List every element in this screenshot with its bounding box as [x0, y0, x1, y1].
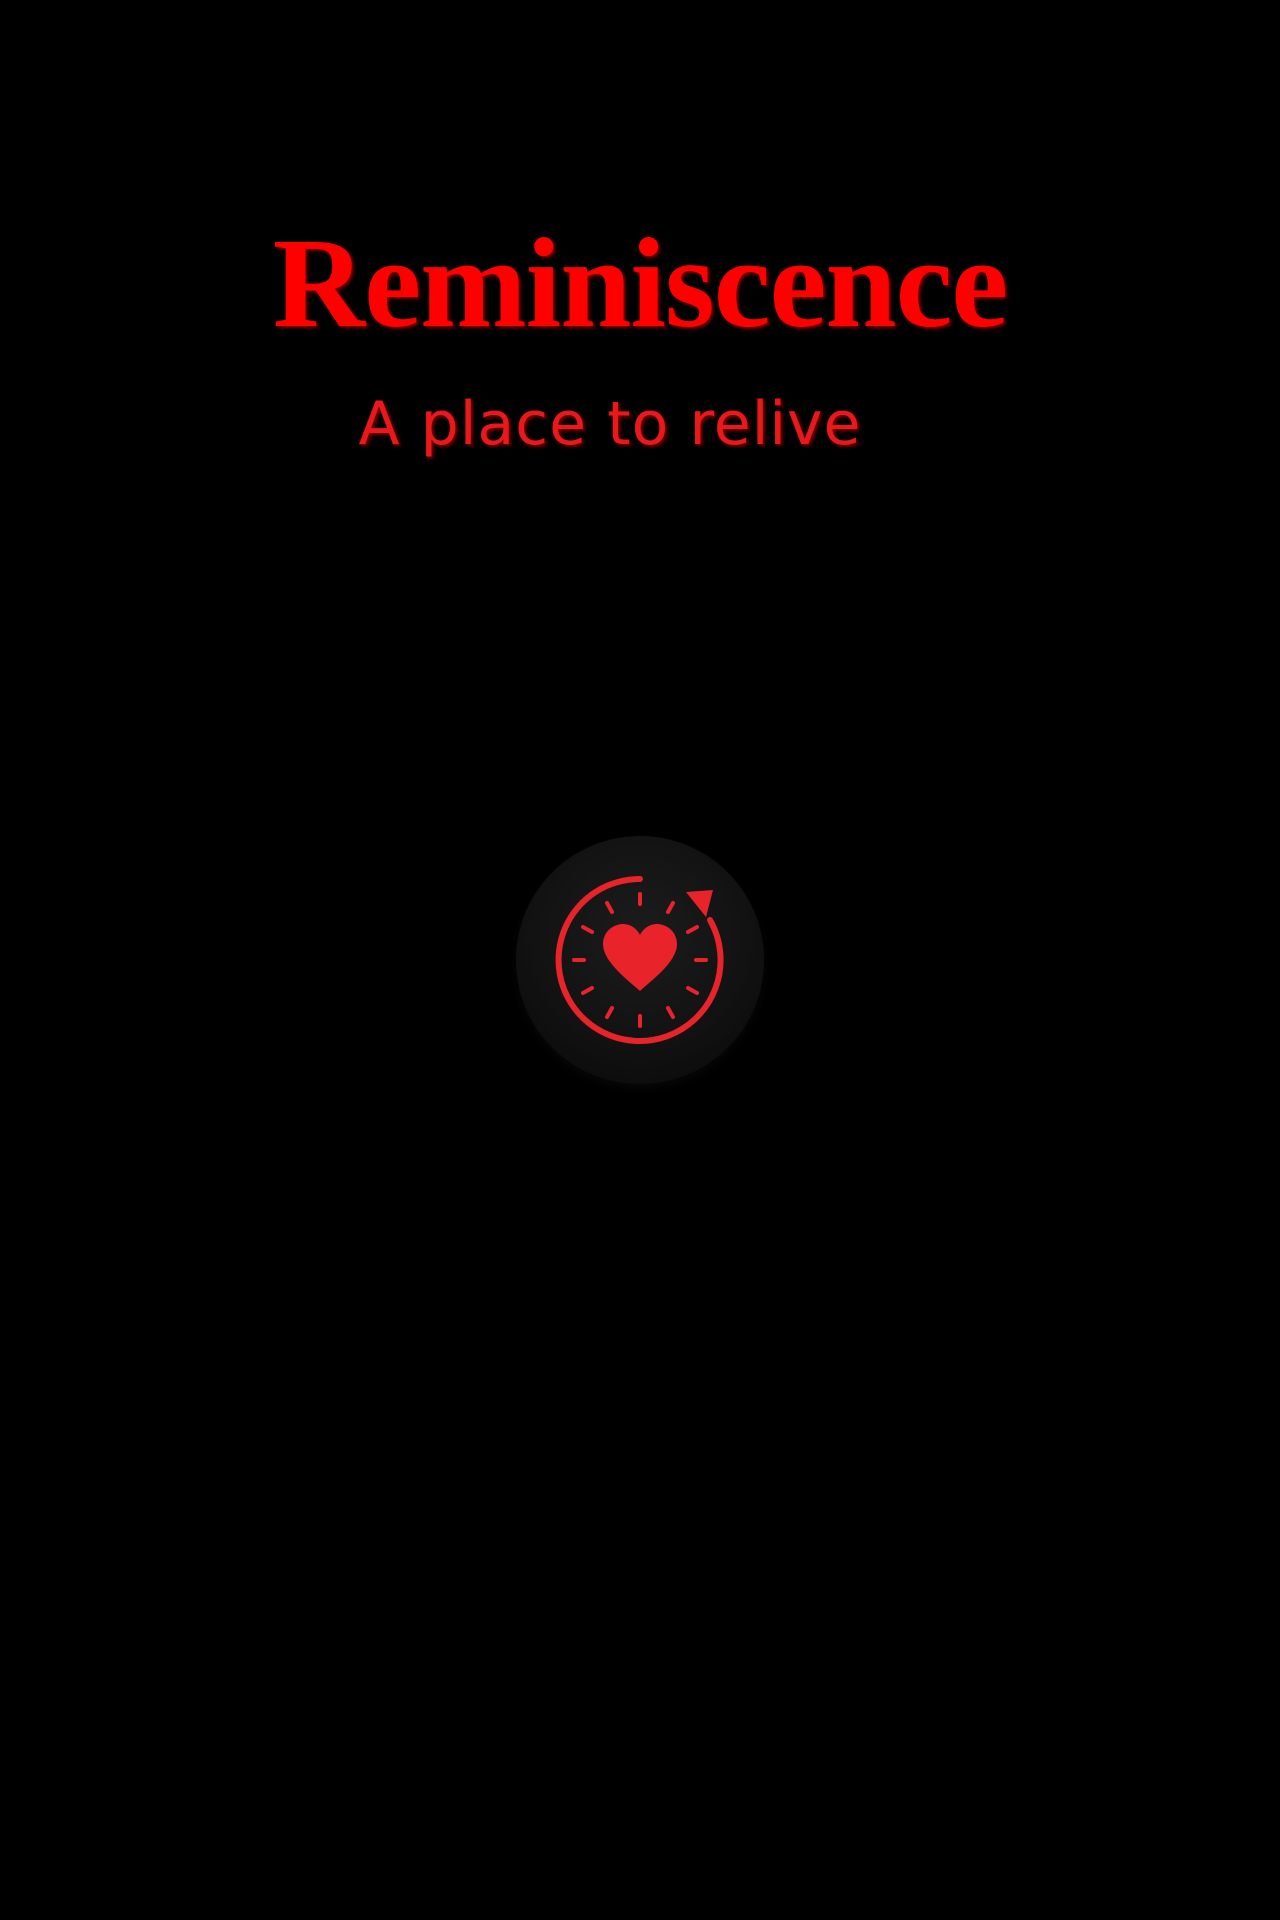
heart-clock-replay-icon — [555, 875, 724, 1044]
app-logo-button[interactable] — [516, 836, 764, 1084]
app-tagline: A place to relive — [358, 389, 862, 459]
app-title: Reminiscence — [272, 212, 1008, 354]
